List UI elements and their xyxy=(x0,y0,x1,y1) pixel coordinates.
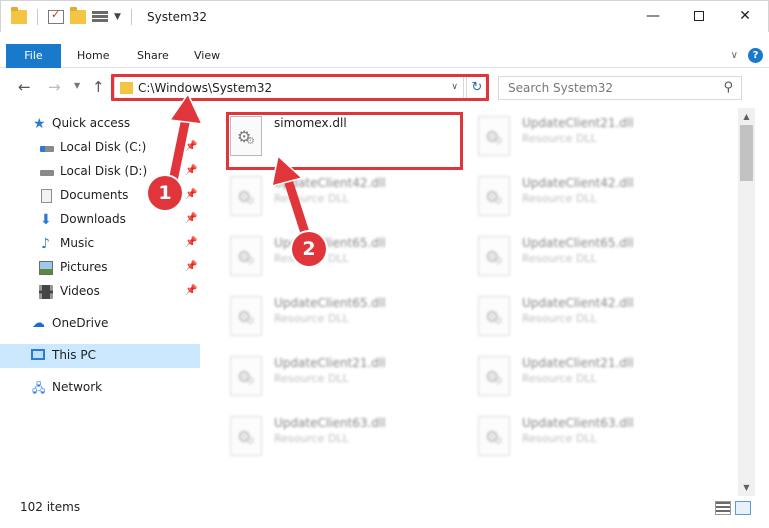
annotation-arrows xyxy=(167,92,311,241)
step-1-badge: 1 xyxy=(148,176,182,210)
step-2-badge: 2 xyxy=(292,232,326,266)
arrow-step-1 xyxy=(167,92,204,191)
arrow-step-2 xyxy=(271,154,311,241)
